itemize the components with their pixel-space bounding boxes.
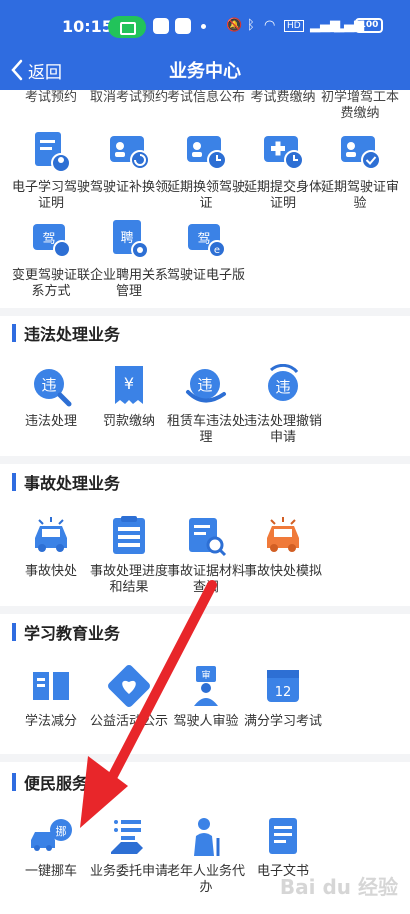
service-label: 违法处理撤销申请 [243,414,322,445]
svg-text:¥: ¥ [124,374,134,393]
svg-text:违: 违 [197,376,212,394]
fine-receipt-icon: ¥ [115,366,143,404]
service-label: 事故快处 [24,564,77,579]
evidence-search-icon [189,518,227,557]
hire-gear-icon: 聘 [113,220,149,259]
svg-text:驾: 驾 [42,232,55,247]
mute-icon: 🔕 [226,18,243,33]
service-label: 电子学习驾驶证明 [11,180,90,211]
service-item-violation-revoke[interactable]: 违 违法处理撤销申请 [238,364,328,446]
svg-text:违: 违 [41,376,56,394]
section-accent-bar [12,473,16,491]
status-time: 10:15 [62,17,113,36]
section-header-accident: 事故处理业务 [12,471,120,493]
car-crash-icon [35,517,67,552]
bluetooth-icon: ᛒ [247,18,255,33]
service-label: 满分学习考试 [243,714,322,729]
service-label: 事故快处模拟 [243,564,322,579]
svg-text:12: 12 [275,685,292,700]
service-label: 考试预约 [24,90,77,105]
service-label: 延期驾驶证审验 [320,180,399,211]
card-refresh-icon [110,136,150,170]
book-icon [33,672,69,700]
service-item-full-score-study[interactable]: 12 满分学习考试 [238,664,328,730]
service-label: 一键挪车 [24,864,77,879]
service-item-exam-booking[interactable]: 考试预约 [6,90,96,106]
card-clock-icon [187,136,227,170]
svg-text:挪: 挪 [56,824,67,838]
svg-text:驾: 驾 [197,232,210,247]
section-title: 便民服务 [24,774,89,793]
service-content: 考试预约 取消考试预约 考试信息公布 考试费缴纳 初学增驾工本费缴纳 电子学习驾… [0,90,410,914]
battery-icon: 100 [355,18,383,33]
section-title: 事故处理业务 [24,474,121,493]
service-item-accident-quick[interactable]: 事故快处 [6,514,96,580]
hd-icon: HD [284,20,304,32]
section-accent-bar [12,773,16,791]
service-item-delay-inspection[interactable]: 延期驾驶证审验 [315,130,405,212]
license-phone-icon: 驾 [33,224,71,258]
e-document-icon [269,818,297,854]
svg-text:聘: 聘 [120,231,133,246]
service-item-accident-simulation[interactable]: 事故快处模拟 [238,514,328,580]
svg-text:违: 违 [275,378,290,396]
section-divider [0,308,410,316]
service-label: 变更驾驶证联系方式 [11,268,90,299]
elderly-icon [194,818,220,856]
section-divider [0,754,410,762]
svg-text:e: e [214,245,220,256]
service-item-study-points[interactable]: 学法减分 [6,664,96,730]
service-label: 违法处理 [24,414,77,429]
license-e-icon: 驾 e [188,224,226,258]
rental-violation-icon: 违 [186,369,226,403]
service-item-e-license[interactable]: 驾 e 驾驶证电子版 [161,218,251,284]
inspector-icon: 审 [194,666,218,706]
service-item-change-contact[interactable]: 驾 变更驾驶证联系方式 [6,218,96,300]
doc-user-icon [35,132,71,173]
watermark-logo: Bai du 经验 [279,875,398,899]
section-header-education: 学习教育业务 [12,621,120,643]
violation-search-icon: 违 [34,369,72,407]
page-title: 业务中心 [169,61,241,82]
status-bar: 10:15 🔕 ᛒ ◠ HD ▂▄▆ ▂▄▆ 100 [0,0,410,52]
service-item-license-fee[interactable]: 初学增驾工本费缴纳 [315,90,405,122]
screen-share-icon [108,16,146,38]
section-header-violation: 违法处理业务 [12,322,120,344]
section-accent-bar [12,623,16,641]
service-label: 学法减分 [24,714,77,729]
service-item-e-study-proof[interactable]: 电子学习驾驶证明 [6,130,96,212]
move-car-icon: 挪 [31,819,72,851]
svg-text:审: 审 [201,669,210,681]
service-label: 初学增驾工本费缴纳 [320,90,399,121]
section-accent-bar [12,324,16,342]
entrust-icon [111,820,143,854]
card-check-icon [341,136,381,170]
section-title: 学习教育业务 [24,624,121,643]
progress-list-icon [113,516,145,554]
section-header-convenience: 便民服务 [12,771,88,793]
app-notification-icon [153,18,169,34]
section-divider [0,456,410,464]
violation-revoke-icon: 违 [268,364,299,401]
heart-hand-icon [108,665,150,707]
service-item-move-car[interactable]: 挪 一键挪车 [6,814,96,880]
app-notification-icon-2 [175,18,191,34]
notification-dot-icon [201,24,206,29]
wifi-icon: ◠ [264,18,276,33]
calendar-12-icon: 12 [267,670,299,702]
service-item-violation[interactable]: 违 违法处理 [6,364,96,430]
medical-clock-icon [264,136,304,170]
service-label: 驾驶证电子版 [166,268,245,283]
crash-sim-icon [267,517,299,552]
nav-bar: 返回 业务中心 [0,52,410,90]
section-divider [0,606,410,614]
section-title: 违法处理业务 [24,325,121,344]
